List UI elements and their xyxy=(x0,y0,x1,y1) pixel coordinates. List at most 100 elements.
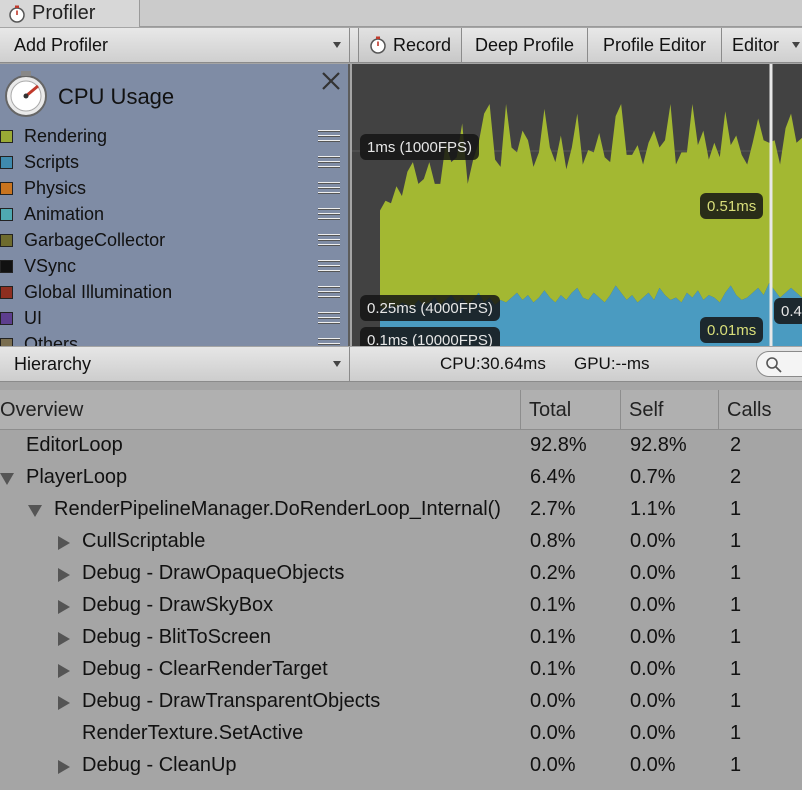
legend-item-label: Others xyxy=(24,334,79,346)
collapse-arrow-icon[interactable] xyxy=(58,664,70,678)
expand-arrow-icon[interactable] xyxy=(0,473,14,485)
table-row[interactable]: Debug - DrawTransparentObjects 0.0% 0.0% 1 xyxy=(0,687,802,719)
table-row[interactable]: Debug - BlitToScreen 0.1% 0.0% 1 xyxy=(0,623,802,655)
collapse-arrow-icon[interactable] xyxy=(58,600,70,614)
column-header-label: Calls xyxy=(727,398,772,421)
row-total: 2.7% xyxy=(530,498,576,520)
legend-swatch xyxy=(0,208,13,221)
row-name: Debug - DrawOpaqueObjects xyxy=(82,562,345,584)
row-total: 0.1% xyxy=(530,626,576,648)
row-self: 0.0% xyxy=(630,722,676,744)
row-self: 92.8% xyxy=(630,434,687,456)
chart-value-label: 0.51ms xyxy=(700,193,764,219)
legend-item-scripts[interactable]: Scripts xyxy=(0,150,348,176)
row-calls: 1 xyxy=(730,562,742,584)
legend-item-physics[interactable]: Physics xyxy=(0,176,348,202)
drag-handle-icon[interactable] xyxy=(318,156,340,170)
column-header-self[interactable]: Self xyxy=(620,390,718,430)
add-profiler-dropdown[interactable]: Add Profiler xyxy=(0,28,350,62)
table-row[interactable]: RenderPipelineManager.DoRenderLoop_Inter… xyxy=(0,495,802,527)
table-row[interactable]: RenderTexture.SetActive 0.0% 0.0% 1 xyxy=(0,719,802,751)
row-total: 0.0% xyxy=(530,690,576,712)
table-row[interactable]: CullScriptable 0.8% 0.0% 1 xyxy=(0,527,802,559)
drag-handle-icon[interactable] xyxy=(318,208,340,222)
legend-item-ui[interactable]: UI xyxy=(0,306,348,332)
row-name: Debug - ClearRenderTarget xyxy=(82,658,328,680)
window-tab-strip: Profiler xyxy=(0,0,802,27)
chart-value-label: 0.25ms (4000FPS) xyxy=(360,295,500,321)
legend-item-label: Global Illumination xyxy=(24,282,173,302)
table-row[interactable]: Debug - DrawSkyBox 0.1% 0.0% 1 xyxy=(0,591,802,623)
collapse-arrow-icon[interactable] xyxy=(58,536,70,550)
deep-profile-label: Deep Profile xyxy=(474,34,575,55)
row-calls: 1 xyxy=(730,722,742,744)
collapse-arrow-icon[interactable] xyxy=(58,760,70,774)
legend-item-others[interactable]: Others xyxy=(0,332,348,346)
drag-handle-icon[interactable] xyxy=(318,234,340,248)
table-row[interactable]: Debug - ClearRenderTarget 0.1% 0.0% 1 xyxy=(0,655,802,687)
row-self: 0.0% xyxy=(630,658,676,680)
legend-item-vsync[interactable]: VSync xyxy=(0,254,348,280)
row-total: 0.8% xyxy=(530,530,576,552)
legend-item-label: GarbageCollector xyxy=(24,230,166,250)
legend-item-global-illumination[interactable]: Global Illumination xyxy=(0,280,348,306)
legend-swatch xyxy=(0,234,13,247)
chevron-down-icon xyxy=(333,42,341,48)
drag-handle-icon[interactable] xyxy=(318,130,340,144)
record-button[interactable]: Record xyxy=(358,28,462,62)
row-self: 0.0% xyxy=(630,754,676,776)
column-header-label: Total xyxy=(529,398,572,421)
column-header-total[interactable]: Total xyxy=(520,390,620,430)
drag-handle-icon[interactable] xyxy=(318,338,340,346)
row-self: 0.0% xyxy=(630,626,676,648)
profile-editor-button[interactable]: Profile Editor xyxy=(588,28,722,62)
row-calls: 1 xyxy=(730,658,742,680)
legend-item-label: Physics xyxy=(24,178,87,198)
row-self: 0.0% xyxy=(630,594,676,616)
table-row[interactable]: Debug - DrawOpaqueObjects 0.2% 0.0% 1 xyxy=(0,559,802,591)
legend-item-garbagecollector[interactable]: GarbageCollector xyxy=(0,228,348,254)
row-total: 0.0% xyxy=(530,722,576,744)
expand-arrow-icon[interactable] xyxy=(28,505,42,517)
legend-item-rendering[interactable]: Rendering xyxy=(0,124,348,150)
profiler-window-tab[interactable]: Profiler xyxy=(0,0,140,27)
row-name: Debug - DrawTransparentObjects xyxy=(82,690,381,712)
row-calls: 1 xyxy=(730,498,742,520)
row-calls: 1 xyxy=(730,594,742,616)
drag-handle-icon[interactable] xyxy=(318,260,340,274)
collapse-arrow-icon[interactable] xyxy=(58,696,70,710)
legend-swatch xyxy=(0,312,13,325)
gpu-time-readout: GPU:--ms xyxy=(574,354,650,373)
row-calls: 2 xyxy=(730,434,742,456)
add-profiler-label: Add Profiler xyxy=(14,34,109,55)
cpu-usage-chart[interactable]: 1ms (1000FPS) 0.51ms 0.25ms (4000FPS) 0.01m… xyxy=(352,64,802,346)
drag-handle-icon[interactable] xyxy=(318,286,340,300)
row-self: 0.0% xyxy=(630,690,676,712)
search-input[interactable] xyxy=(756,351,802,377)
collapse-arrow-icon[interactable] xyxy=(58,632,70,646)
column-header-overview[interactable]: Overview xyxy=(0,390,518,430)
legend-item-animation[interactable]: Animation xyxy=(0,202,348,228)
column-header-calls[interactable]: Calls xyxy=(718,390,802,430)
collapse-arrow-icon[interactable] xyxy=(58,568,70,582)
close-icon[interactable] xyxy=(318,68,344,94)
legend-title: CPU Usage xyxy=(58,84,175,109)
editor-target-dropdown[interactable]: Editor xyxy=(722,28,802,62)
row-self: 1.1% xyxy=(630,498,676,520)
deep-profile-button[interactable]: Deep Profile xyxy=(462,28,588,62)
chart-value-label: 0.1ms (10000FPS) xyxy=(360,327,500,346)
drag-handle-icon[interactable] xyxy=(318,312,340,326)
hierarchy-view-label: Hierarchy xyxy=(14,353,92,374)
editor-target-label: Editor xyxy=(732,34,780,55)
row-calls: 1 xyxy=(730,626,742,648)
hierarchy-view-dropdown[interactable]: Hierarchy xyxy=(0,347,350,381)
table-row[interactable]: PlayerLoop 6.4% 0.7% 2 xyxy=(0,463,802,495)
row-name: CullScriptable xyxy=(82,530,206,552)
table-row[interactable]: EditorLoop 92.8% 92.8% 2 xyxy=(0,431,802,463)
row-total: 0.1% xyxy=(530,658,576,680)
row-total: 92.8% xyxy=(530,434,587,456)
table-row[interactable]: Debug - CleanUp 0.0% 0.0% 1 xyxy=(0,751,802,783)
legend-item-label: Scripts xyxy=(24,152,80,172)
row-name: EditorLoop xyxy=(26,434,123,456)
drag-handle-icon[interactable] xyxy=(318,182,340,196)
